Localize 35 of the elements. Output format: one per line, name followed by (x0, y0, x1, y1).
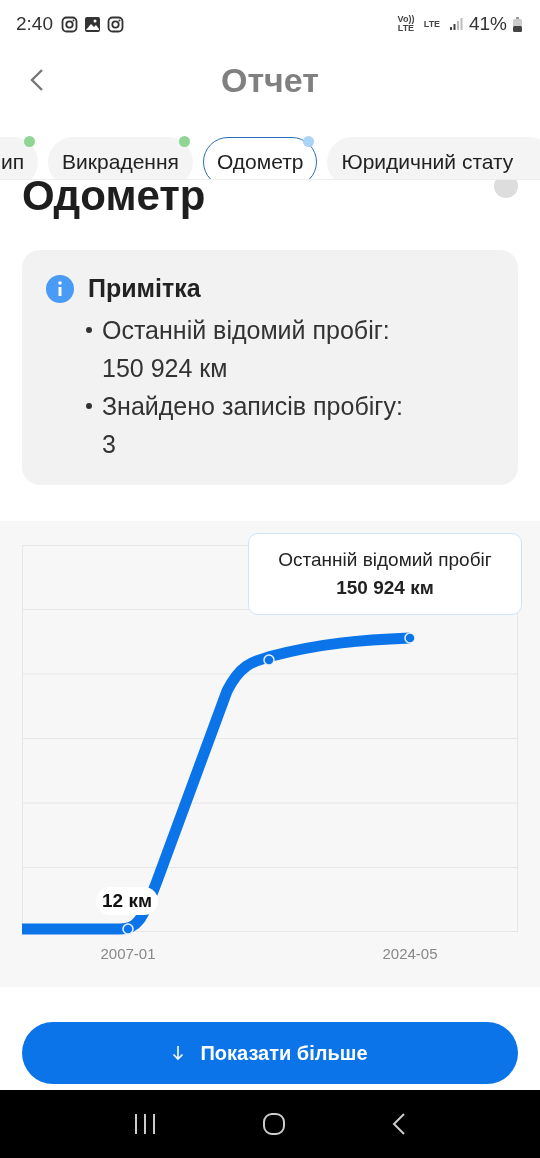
recent-apps-icon[interactable] (132, 1113, 157, 1135)
note-item: Останній відомий пробіг: 150 924 км (102, 315, 391, 384)
page-title: Отчет (221, 60, 319, 100)
tab[interactable]: Викрадення (48, 137, 193, 179)
x-axis-label: 2024-05 (382, 945, 438, 962)
info-icon (46, 274, 74, 303)
data-point (404, 632, 416, 644)
signal-icon (448, 17, 463, 31)
note-title: Примітка (88, 274, 201, 303)
x-axis-label: 2007-01 (100, 945, 156, 962)
back-nav-icon[interactable] (391, 1112, 408, 1136)
point-label: 12 км (96, 887, 158, 915)
network-label: Vo)) LTE (396, 15, 415, 33)
network-label: LTE (422, 19, 442, 29)
section-title: Одометр (22, 180, 206, 220)
status-time: 2:40 (16, 13, 53, 35)
tab[interactable]: Юридичний стату (327, 137, 540, 179)
arrow-down-icon (172, 1045, 185, 1061)
camera-app-icon (107, 15, 124, 33)
battery-icon (513, 16, 522, 32)
tooltip-title: Останній відомий пробіг (278, 549, 492, 571)
tooltip-value: 150 924 км (336, 577, 434, 599)
bullet-icon (86, 403, 92, 409)
data-point (263, 654, 275, 666)
gallery-icon (84, 15, 101, 33)
camera-app-icon (61, 15, 78, 33)
home-icon[interactable] (262, 1112, 286, 1136)
note-item: Знайдено записів пробігу: 3 (102, 391, 404, 460)
data-point (122, 923, 134, 935)
tab[interactable]: ип (0, 137, 39, 179)
bullet-icon (86, 327, 92, 333)
back-icon (30, 68, 44, 92)
show-more-button[interactable]: Показати більше (22, 1022, 518, 1084)
tab[interactable]: Одометр (202, 137, 318, 179)
battery-percent: 41% (468, 13, 507, 35)
